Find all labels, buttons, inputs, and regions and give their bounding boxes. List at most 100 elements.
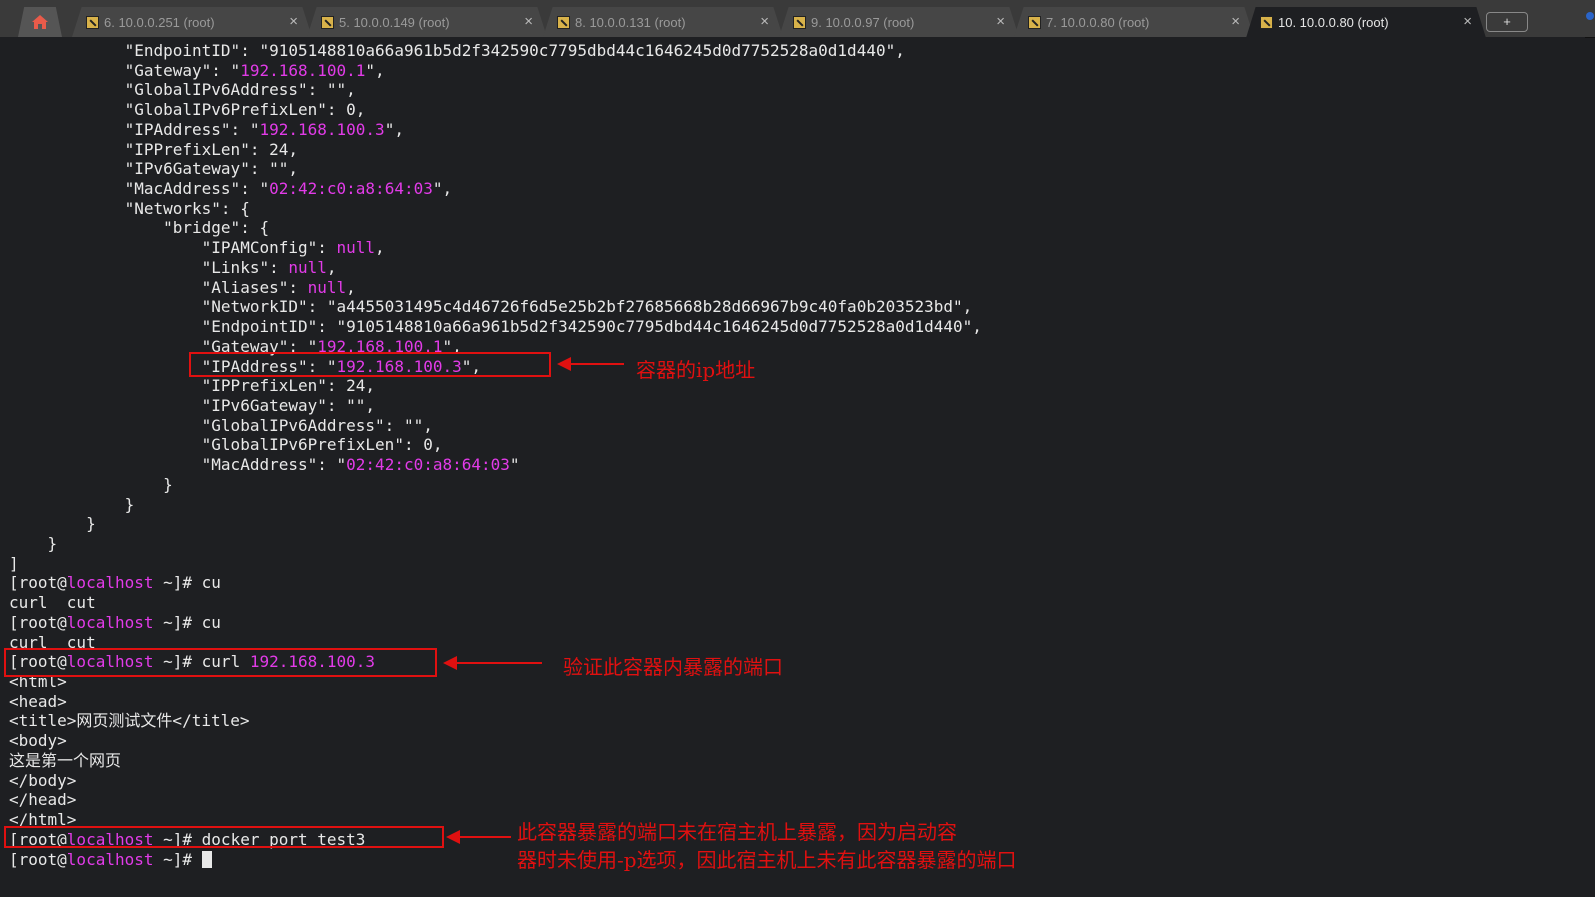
terminal-line: "Networks": { (9, 199, 250, 219)
text-segment: "MacAddress": " (9, 179, 270, 199)
highlighted-token: 192.168.100.3 (259, 119, 385, 139)
session-icon (1028, 16, 1041, 29)
terminal-line: curl cut (9, 593, 96, 613)
text-segment: </head> (9, 790, 77, 810)
tab-label: 9. 10.0.0.97 (root) (811, 15, 915, 30)
text-segment: "Aliases": (9, 277, 308, 297)
close-icon[interactable]: × (760, 13, 769, 30)
text-segment: " (509, 455, 520, 475)
text-segment: "IPAMConfig": (9, 238, 337, 258)
terminal-line: } (9, 534, 58, 554)
home-tab[interactable] (18, 7, 62, 37)
docker-port-arrow (446, 830, 511, 844)
text-segment: ~]# (153, 849, 202, 869)
tab-label: 7. 10.0.0.80 (root) (1046, 15, 1150, 30)
text-segment: , (346, 277, 356, 297)
highlighted-token: null (336, 238, 376, 258)
terminal-line: <title>网页测试文件</title> (9, 711, 250, 731)
text-segment: } (9, 494, 135, 514)
text-segment: "GlobalIPv6Address": "", (9, 415, 433, 435)
curl-arrow (443, 656, 542, 670)
terminal-line: ] (9, 554, 19, 574)
highlighted-token: 02:42:c0:a8:64:03 (269, 179, 433, 199)
terminal-line: "Links": null, (9, 258, 337, 278)
text-segment: [root@ (9, 849, 67, 869)
terminal-output[interactable]: "EndpointID": "9105148810a66a961b5d2f342… (0, 37, 1585, 897)
tab-4[interactable]: 9. 10.0.0.97 (root) × (779, 7, 1019, 37)
text-segment: ", (432, 179, 453, 199)
terminal-cursor (201, 850, 212, 868)
text-segment: <title>网页测试文件</title> (9, 711, 250, 731)
text-segment: "bridge": { (9, 218, 270, 238)
session-icon (86, 16, 99, 29)
curl-highlight-box (4, 648, 437, 677)
terminal-line: [root@localhost ~]# (9, 850, 212, 870)
text-segment: ] (9, 553, 19, 573)
close-icon[interactable]: × (1463, 13, 1472, 30)
text-segment: , (375, 238, 385, 258)
new-tab-button[interactable]: + (1486, 12, 1528, 32)
port-annotation-line2: 器时未使用-p选项，因此宿主机上未有此容器暴露的端口 (517, 848, 1017, 872)
terminal-line: "IPv6Gateway": "", (9, 396, 375, 416)
terminal-line: [root@localhost ~]# cu (9, 573, 221, 593)
terminal-line: "IPAMConfig": null, (9, 238, 385, 258)
terminal-line: "IPAddress": "192.168.100.3", (9, 120, 404, 140)
session-icon (1260, 16, 1273, 29)
close-icon[interactable]: × (1231, 13, 1240, 30)
text-segment: "Links": (9, 257, 289, 277)
text-segment: ", (365, 60, 385, 80)
terminal-line: <head> (9, 692, 67, 712)
highlighted-token: localhost (66, 573, 154, 593)
docker-port-highlight-box (4, 826, 444, 848)
tab-label: 6. 10.0.0.251 (root) (104, 15, 215, 30)
text-segment: "GlobalIPv6Address": "", (9, 80, 356, 100)
terminal-line: "MacAddress": "02:42:c0:a8:64:03" (9, 455, 520, 475)
terminal-line: </head> (9, 790, 76, 810)
text-segment: "EndpointID": "9105148810a66a961b5d2f342… (9, 317, 982, 337)
close-icon[interactable]: × (524, 13, 533, 30)
text-segment: "EndpointID": "9105148810a66a961b5d2f342… (9, 41, 905, 60)
port-annotation-line1: 此容器暴露的端口未在宿主机上暴露，因为启动容 (517, 820, 957, 844)
text-segment: "IPv6Gateway": "", (9, 395, 376, 415)
tab-5[interactable]: 7. 10.0.0.80 (root) × (1014, 7, 1254, 37)
text-segment: </body> (9, 770, 77, 790)
tab-bar: 6. 10.0.0.251 (root) × 5. 10.0.0.149 (root… (0, 0, 1595, 38)
text-segment: ~]# cu (153, 612, 221, 632)
tab-1[interactable]: 6. 10.0.0.251 (root) × (72, 7, 312, 37)
home-icon (32, 15, 48, 29)
text-segment: "IPPrefixLen": 24, (9, 376, 376, 396)
terminal-line: } (9, 494, 135, 515)
text-segment: , (326, 257, 337, 277)
terminal-line: "GlobalIPv6Address": "", (9, 80, 356, 100)
text-segment: } (9, 534, 58, 553)
tab-2[interactable]: 5. 10.0.0.149 (root) × (307, 7, 547, 37)
tab-3[interactable]: 8. 10.0.0.131 (root) × (543, 7, 783, 37)
text-segment: "IPAddress": " (9, 119, 260, 139)
terminal-line: } (9, 514, 96, 534)
status-dot (1586, 12, 1594, 20)
terminal-line: "NetworkID": "a4455031495c4d46726f6d5e25… (9, 297, 973, 317)
text-segment: <body> (9, 731, 67, 751)
ip-annotation: 容器的ip地址 (636, 358, 756, 382)
tab-6[interactable]: 10. 10.0.0.80 (root) × (1246, 7, 1486, 38)
terminal-line: <body> (9, 731, 67, 751)
session-icon (793, 16, 806, 29)
tab-label: 5. 10.0.0.149 (root) (339, 15, 450, 30)
close-icon[interactable]: × (996, 13, 1005, 30)
terminal-line: 这是第一个网页 (9, 751, 121, 771)
text-segment: } (9, 474, 173, 494)
highlighted-token: null (288, 257, 327, 277)
terminal-line: } (9, 475, 173, 495)
ipaddress-highlight-box (189, 352, 551, 377)
terminal-line: "IPv6Gateway": "", (9, 159, 298, 179)
close-icon[interactable]: × (289, 13, 298, 30)
highlighted-token: 192.168.100.1 (240, 60, 366, 80)
terminal-line: "IPPrefixLen": 24, (9, 376, 375, 396)
text-segment: [root@ (9, 573, 67, 593)
text-segment: ", (384, 119, 404, 139)
text-segment: "NetworkID": "a4455031495c4d46726f6d5e25… (9, 297, 973, 317)
session-icon (557, 16, 570, 29)
terminal-line: "MacAddress": "02:42:c0:a8:64:03", (9, 179, 453, 199)
text-segment: "IPPrefixLen": 24, (9, 139, 298, 159)
terminal-line: "bridge": { (9, 218, 269, 238)
